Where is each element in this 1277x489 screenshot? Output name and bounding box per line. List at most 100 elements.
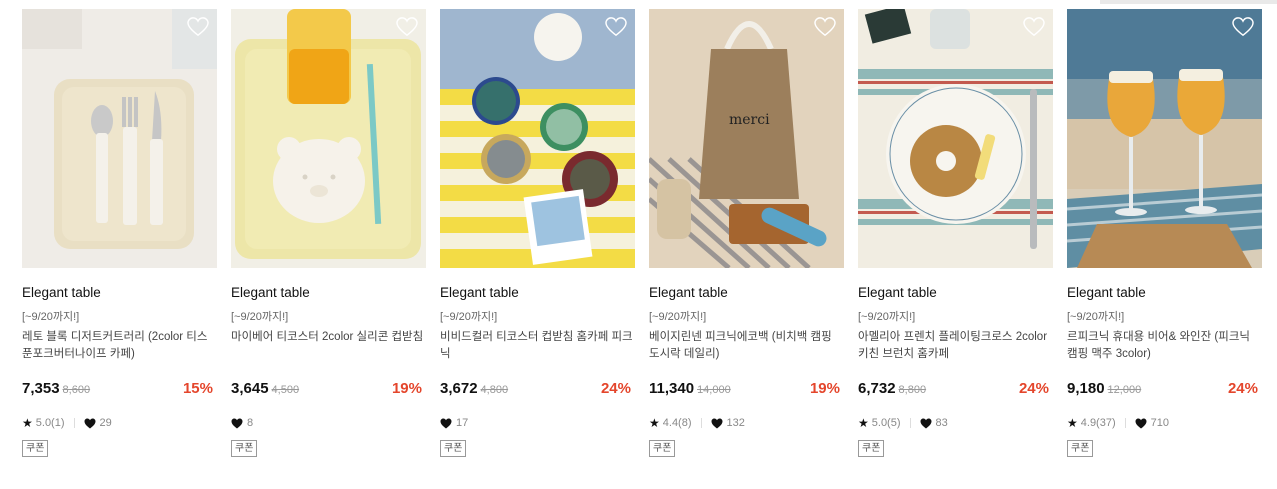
- product-image[interactable]: [22, 9, 217, 268]
- likes-count: 132: [726, 417, 745, 429]
- rating-text: 4.4(8): [662, 417, 692, 429]
- product-image[interactable]: merci: [649, 9, 844, 268]
- promo-text: [~9/20까지!]: [22, 311, 80, 323]
- meta-divider: [700, 418, 702, 428]
- review-meta: ★ 5.0(1) 29: [22, 416, 217, 430]
- likes-count: 8: [247, 417, 254, 429]
- wishlist-heart-icon[interactable]: [605, 17, 627, 37]
- bear-coaster-image: [231, 9, 426, 268]
- product-name[interactable]: 아멜리아 프렌치 플레이팅크로스 2color 키친 브런치 홈카페: [858, 329, 1053, 363]
- promo-text: [~9/20까지!]: [1067, 311, 1125, 323]
- likes-count: 29: [99, 417, 112, 429]
- price-row: 11,340 14,000 19%: [649, 380, 844, 400]
- promo-text: [~9/20까지!]: [858, 311, 916, 323]
- svg-text:merci: merci: [729, 112, 770, 128]
- product-brand[interactable]: Elegant table: [231, 285, 426, 301]
- wishlist-heart-icon[interactable]: [396, 17, 418, 37]
- original-price: 8,800: [898, 384, 927, 396]
- product-card[interactable]: Elegant table [~9/20까지!] 레토 블록 디저트커트러리 (…: [22, 9, 217, 457]
- original-price: 12,000: [1107, 384, 1142, 396]
- star-icon: ★: [858, 416, 869, 430]
- original-price: 4,800: [480, 384, 509, 396]
- product-name[interactable]: 비비드컬러 티코스터 컵받침 홈카페 피크닉: [440, 329, 635, 363]
- star-icon: ★: [649, 416, 660, 430]
- product-image[interactable]: [231, 9, 426, 268]
- price-row: 6,732 8,800 24%: [858, 380, 1053, 400]
- checker-coasters-image: [440, 9, 635, 268]
- product-name[interactable]: 마이베어 티코스터 2color 실리콘 컵받침: [231, 329, 426, 363]
- original-price: 8,600: [62, 384, 91, 396]
- rating-text: 5.0(5): [871, 417, 901, 429]
- product-grid: Elegant table [~9/20까지!] 레토 블록 디저트커트러리 (…: [22, 9, 1262, 457]
- likes-count: 710: [1150, 417, 1169, 429]
- product-brand[interactable]: Elegant table: [649, 285, 844, 301]
- star-icon: ★: [1067, 416, 1078, 430]
- promo-text: [~9/20까지!]: [440, 311, 498, 323]
- product-card[interactable]: Elegant table [~9/20까지!] 아멜리아 프렌치 플레이팅크로…: [858, 9, 1053, 457]
- meta-divider: [73, 418, 75, 428]
- product-name[interactable]: 레토 블록 디저트커트러리 (2color 티스푼포크버터나이프 카페): [22, 329, 217, 363]
- beer-glasses-image: [1067, 9, 1262, 268]
- sale-price: 9,180: [1067, 380, 1105, 397]
- discount-rate: 15%: [182, 380, 213, 397]
- product-image[interactable]: [858, 9, 1053, 268]
- likes-count: 83: [935, 417, 948, 429]
- heart-filled-icon: [440, 418, 452, 428]
- review-meta: 8: [231, 416, 426, 430]
- review-meta: ★ 4.4(8) 132: [649, 416, 844, 430]
- likes-count: 17: [456, 417, 469, 429]
- wishlist-heart-icon[interactable]: [187, 17, 209, 37]
- discount-rate: 24%: [1018, 380, 1049, 397]
- product-card[interactable]: Elegant table [~9/20까지!] 비비드컬러 티코스터 컵받침 …: [440, 9, 635, 457]
- sale-price: 3,672: [440, 380, 478, 397]
- discount-rate: 19%: [391, 380, 422, 397]
- product-brand[interactable]: Elegant table: [22, 285, 217, 301]
- coupon-badge: 쿠폰: [858, 440, 885, 457]
- promo-text: [~9/20까지!]: [231, 311, 289, 323]
- heart-filled-icon: [711, 418, 723, 428]
- coupon-badge: 쿠폰: [231, 440, 258, 457]
- price-row: 3,672 4,800 24%: [440, 380, 635, 400]
- wishlist-heart-icon[interactable]: [1023, 17, 1045, 37]
- heart-filled-icon: [84, 418, 96, 428]
- merci-tote-bag-image: merci: [649, 9, 844, 268]
- star-icon: ★: [22, 416, 33, 430]
- product-image[interactable]: [1067, 9, 1262, 268]
- coupon-badge: 쿠폰: [440, 440, 467, 457]
- discount-rate: 24%: [600, 380, 631, 397]
- coupon-badge: 쿠폰: [22, 440, 49, 457]
- product-brand[interactable]: Elegant table: [440, 285, 635, 301]
- top-scroll-indicator: [1100, 0, 1277, 4]
- discount-rate: 24%: [1227, 380, 1258, 397]
- price-row: 3,645 4,500 19%: [231, 380, 426, 400]
- price-row: 7,353 8,600 15%: [22, 380, 217, 400]
- heart-filled-icon: [1135, 418, 1147, 428]
- bagel-plate-image: [858, 9, 1053, 268]
- coupon-badge: 쿠폰: [649, 440, 676, 457]
- rating-text: 5.0(1): [35, 417, 65, 429]
- product-name[interactable]: 르피크닉 휴대용 비어& 와인잔 (피크닉 캠핑 맥주 3color): [1067, 329, 1262, 363]
- review-meta: ★ 5.0(5) 83: [858, 416, 1053, 430]
- sale-price: 7,353: [22, 380, 60, 397]
- sale-price: 3,645: [231, 380, 269, 397]
- discount-rate: 19%: [809, 380, 840, 397]
- product-brand[interactable]: Elegant table: [858, 285, 1053, 301]
- heart-filled-icon: [231, 418, 243, 428]
- product-brand[interactable]: Elegant table: [1067, 285, 1262, 301]
- meta-divider: [1124, 418, 1126, 428]
- review-meta: 17: [440, 416, 635, 430]
- product-card[interactable]: Elegant table [~9/20까지!] 마이베어 티코스터 2colo…: [231, 9, 426, 457]
- review-meta: ★ 4.9(37) 710: [1067, 416, 1262, 430]
- wishlist-heart-icon[interactable]: [814, 17, 836, 37]
- heart-filled-icon: [920, 418, 932, 428]
- product-card[interactable]: merci Elegant table [~9/20까지!] 베이지린넨 피크닉…: [649, 9, 844, 457]
- product-card[interactable]: Elegant table [~9/20까지!] 르피크닉 휴대용 비어& 와인…: [1067, 9, 1262, 457]
- sale-price: 6,732: [858, 380, 896, 397]
- price-row: 9,180 12,000 24%: [1067, 380, 1262, 400]
- original-price: 4,500: [271, 384, 300, 396]
- wishlist-heart-icon[interactable]: [1232, 17, 1254, 37]
- rating-text: 4.9(37): [1080, 417, 1116, 429]
- promo-text: [~9/20까지!]: [649, 311, 707, 323]
- product-image[interactable]: [440, 9, 635, 268]
- product-name[interactable]: 베이지린넨 피크닉에코백 (비치백 캠핑 도시락 데일리): [649, 329, 844, 363]
